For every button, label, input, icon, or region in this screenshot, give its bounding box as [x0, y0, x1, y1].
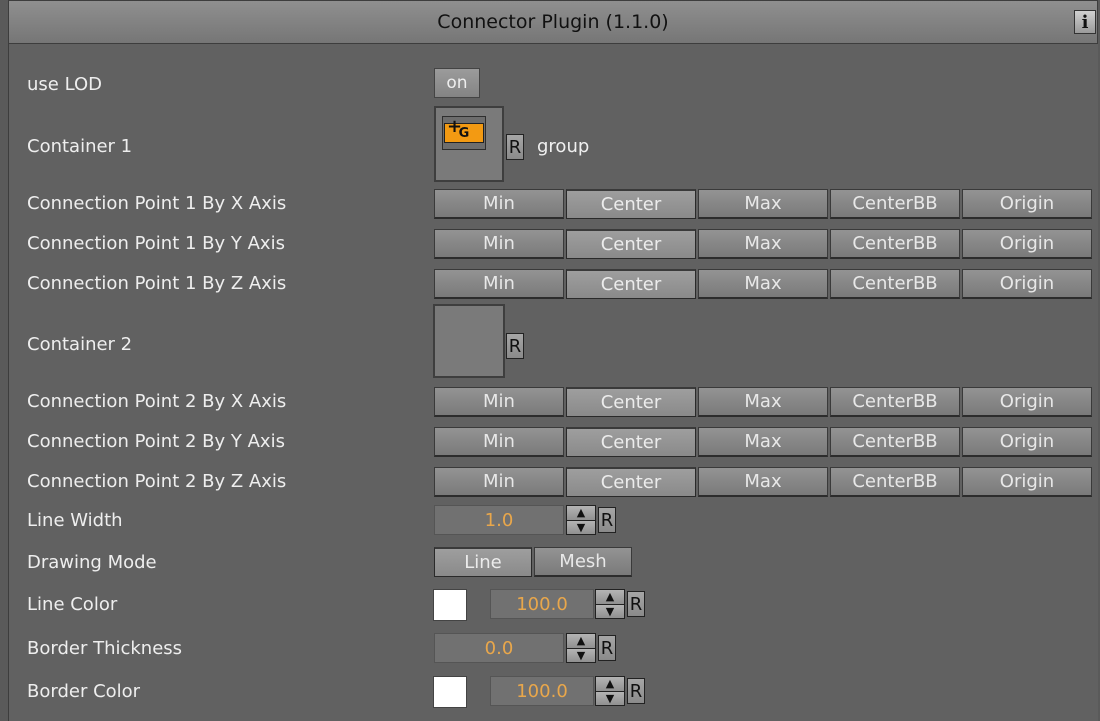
container1-drop-slot[interactable]: + G — [434, 106, 504, 182]
line-color-alpha-input[interactable]: 100.0 — [490, 589, 594, 619]
border-thickness-spinner[interactable]: ▲ ▼ — [566, 633, 596, 663]
container2-drop-slot[interactable] — [433, 304, 505, 378]
container1-name: group — [537, 136, 590, 157]
line-color-swatch[interactable] — [433, 589, 467, 621]
border-color-reset-button[interactable]: R — [627, 678, 645, 704]
axis-option-min-button[interactable]: Min — [434, 387, 564, 417]
axis-option-max-button[interactable]: Max — [698, 427, 828, 457]
container1-slot-inner: + G — [442, 116, 486, 150]
line-color-label: Line Color — [27, 594, 118, 615]
spinner-down-icon[interactable]: ▼ — [596, 604, 624, 618]
spinner-up-icon[interactable]: ▲ — [596, 590, 624, 605]
container1-label: Container 1 — [27, 136, 133, 157]
axis-option-center-button[interactable]: Center — [566, 387, 696, 417]
axis-option-min-button[interactable]: Min — [434, 189, 564, 219]
line-width-spinner[interactable]: ▲ ▼ — [566, 505, 596, 535]
axis-option-centerbb-button[interactable]: CenterBB — [830, 229, 960, 259]
border-thickness-label: Border Thickness — [27, 638, 183, 659]
drawing-mode-mesh-button[interactable]: Mesh — [534, 547, 632, 577]
axis-row-label: Connection Point 2 By Z Axis — [27, 471, 287, 492]
border-thickness-input[interactable]: 0.0 — [434, 633, 564, 663]
axis-option-max-button[interactable]: Max — [698, 189, 828, 219]
spinner-down-icon[interactable]: ▼ — [567, 648, 595, 662]
axis-option-center-button[interactable]: Center — [566, 467, 696, 497]
spinner-down-icon[interactable]: ▼ — [596, 691, 624, 705]
axis-option-max-button[interactable]: Max — [698, 387, 828, 417]
drawing-mode-label: Drawing Mode — [27, 552, 157, 573]
border-thickness-reset-button[interactable]: R — [598, 635, 616, 661]
axis-option-max-button[interactable]: Max — [698, 467, 828, 497]
axis-option-origin-button[interactable]: Origin — [962, 269, 1092, 299]
axis-option-centerbb-button[interactable]: CenterBB — [830, 269, 960, 299]
border-color-label: Border Color — [27, 681, 141, 702]
axis-option-origin-button[interactable]: Origin — [962, 427, 1092, 457]
line-width-reset-button[interactable]: R — [598, 507, 616, 533]
axis-option-center-button[interactable]: Center — [566, 189, 696, 219]
spinner-up-icon[interactable]: ▲ — [567, 634, 595, 649]
axis-option-max-button[interactable]: Max — [698, 269, 828, 299]
axis-option-origin-button[interactable]: Origin — [962, 229, 1092, 259]
plugin-header: Connector Plugin (1.1.0) i — [8, 0, 1098, 44]
line-color-reset-button[interactable]: R — [627, 591, 645, 617]
axis-option-origin-button[interactable]: Origin — [962, 467, 1092, 497]
axis-option-centerbb-button[interactable]: CenterBB — [830, 467, 960, 497]
container1-reset-button[interactable]: R — [506, 134, 524, 160]
axis-option-min-button[interactable]: Min — [434, 427, 564, 457]
axis-option-min-button[interactable]: Min — [434, 229, 564, 259]
axis-option-centerbb-button[interactable]: CenterBB — [830, 427, 960, 457]
spinner-up-icon[interactable]: ▲ — [567, 506, 595, 521]
border-color-spinner[interactable]: ▲ ▼ — [595, 676, 625, 706]
axis-option-origin-button[interactable]: Origin — [962, 189, 1092, 219]
axis-row-label: Connection Point 2 By Y Axis — [27, 431, 285, 452]
axis-option-origin-button[interactable]: Origin — [962, 387, 1092, 417]
container2-label: Container 2 — [27, 334, 133, 355]
axis-row-label: Connection Point 1 By Z Axis — [27, 273, 287, 294]
info-button[interactable]: i — [1074, 10, 1096, 34]
border-color-alpha-input[interactable]: 100.0 — [490, 676, 594, 706]
axis-option-center-button[interactable]: Center — [566, 269, 696, 299]
axis-option-max-button[interactable]: Max — [698, 229, 828, 259]
axis-option-min-button[interactable]: Min — [434, 467, 564, 497]
border-color-swatch[interactable] — [433, 676, 467, 708]
line-width-input[interactable]: 1.0 — [434, 505, 564, 535]
axis-option-center-button[interactable]: Center — [566, 229, 696, 259]
spinner-down-icon[interactable]: ▼ — [567, 520, 595, 534]
line-color-spinner[interactable]: ▲ ▼ — [595, 589, 625, 619]
plugin-title: Connector Plugin (1.1.0) — [437, 11, 669, 33]
axis-option-center-button[interactable]: Center — [566, 427, 696, 457]
axis-option-centerbb-button[interactable]: CenterBB — [830, 189, 960, 219]
use-lod-toggle[interactable]: on — [434, 68, 480, 98]
use-lod-label: use LOD — [27, 74, 102, 95]
spinner-up-icon[interactable]: ▲ — [596, 677, 624, 692]
axis-option-min-button[interactable]: Min — [434, 269, 564, 299]
axis-option-centerbb-button[interactable]: CenterBB — [830, 387, 960, 417]
axis-row-label: Connection Point 1 By X Axis — [27, 193, 287, 214]
axis-row-label: Connection Point 2 By X Axis — [27, 391, 287, 412]
group-icon: + G — [444, 116, 484, 143]
line-width-label: Line Width — [27, 510, 123, 531]
plugin-panel: use LOD on Container 1 + G R group Conne… — [8, 44, 1098, 721]
axis-row-label: Connection Point 1 By Y Axis — [27, 233, 285, 254]
drawing-mode-line-button[interactable]: Line — [434, 547, 532, 577]
container2-reset-button[interactable]: R — [506, 333, 524, 359]
